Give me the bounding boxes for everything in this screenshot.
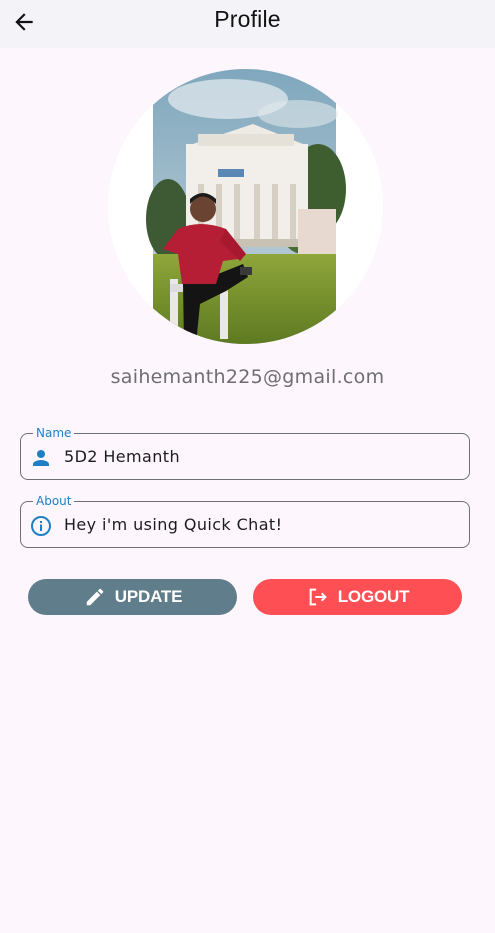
name-field[interactable]: Name 5D2 Hemanth — [20, 425, 470, 480]
profile-photo — [108, 69, 383, 344]
info-icon — [31, 516, 51, 536]
person-icon — [33, 450, 49, 466]
name-field-label: Name — [33, 425, 75, 441]
logout-icon — [309, 588, 327, 606]
avatar[interactable] — [108, 69, 383, 344]
app-bar: Profile — [0, 0, 495, 48]
name-field-value: 5D2 Hemanth — [64, 447, 180, 466]
logout-button-label: LOGOUT — [337, 587, 410, 606]
about-field-label: About — [33, 493, 75, 509]
update-button-label: UPDATE — [114, 587, 183, 606]
profile-email: saihemanth225@gmail.com — [110, 366, 385, 388]
about-field-value: Hey i'm using Quick Chat! — [64, 515, 283, 534]
page-title: Profile — [214, 6, 281, 32]
logout-button[interactable]: LOGOUT — [253, 579, 462, 615]
about-field[interactable]: About Hey i'm using Quick Chat! — [20, 493, 470, 548]
edit-pencil-icon — [86, 588, 104, 606]
update-button[interactable]: UPDATE — [28, 579, 237, 615]
